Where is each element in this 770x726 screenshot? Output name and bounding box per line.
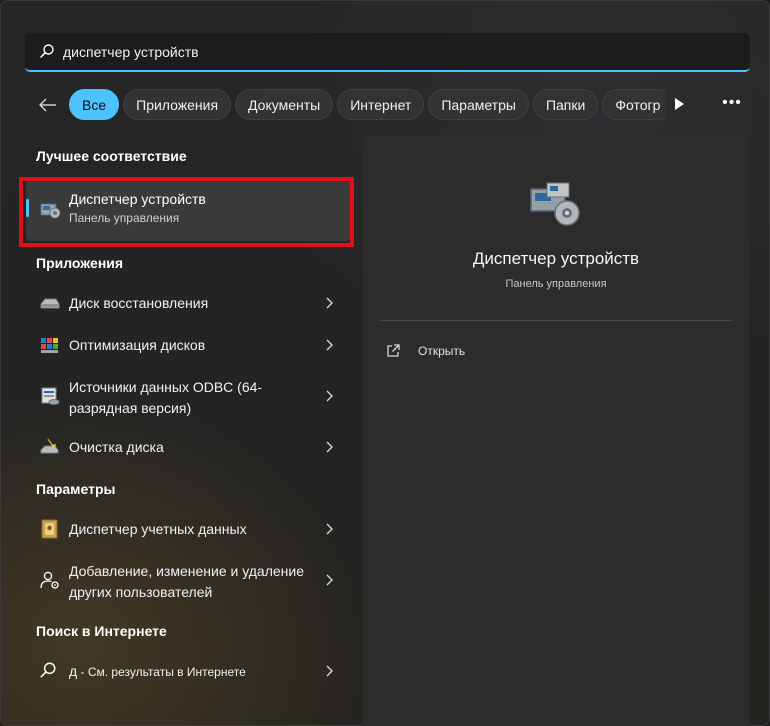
open-external-icon — [387, 344, 400, 357]
credential-manager-icon — [41, 519, 58, 539]
list-item-label: Источники данных ODBC (64-разрядная верс… — [69, 379, 263, 416]
list-item[interactable]: Очистка диска — [26, 427, 346, 467]
list-item[interactable]: Диспетчер учетных данных — [26, 509, 346, 549]
tab-photos[interactable]: Фотогр — [602, 89, 665, 120]
web-search-label: д - См. результаты в Интернете — [69, 661, 314, 683]
list-item[interactable]: Диск восстановления — [26, 283, 346, 323]
user-settings-icon — [40, 571, 59, 589]
open-label: Открыть — [418, 344, 466, 358]
web-search-query: д — [69, 663, 78, 679]
tab-documents[interactable]: Документы — [235, 89, 334, 120]
play-icon[interactable] — [672, 97, 686, 111]
chevron-right-icon — [326, 297, 333, 309]
list-item[interactable]: Источники данных ODBC (64-разрядная верс… — [26, 367, 346, 425]
list-item-label: Добавление, изменение и удаление других … — [69, 563, 304, 600]
web-search-suffix: - См. результаты в Интернете — [80, 665, 246, 679]
more-options-button[interactable]: ••• — [721, 94, 743, 114]
section-best-match: Лучшее соответствие — [36, 148, 187, 164]
list-item-label: Диспетчер учетных данных — [69, 521, 247, 537]
open-button[interactable]: Открыть — [385, 339, 465, 363]
preview-subtitle: Панель управления — [505, 278, 607, 290]
tab-all[interactable]: Все — [69, 89, 120, 120]
chevron-right-icon — [326, 523, 333, 535]
search-icon — [40, 44, 54, 58]
preview-pane: Диспетчер устройств Панель управления От… — [363, 135, 749, 726]
list-item-label: Очистка диска — [69, 439, 164, 455]
preview-title: Диспетчер устройств — [472, 249, 640, 268]
search-panel: ВсеПриложенияДокументыИнтернетПараметрыП… — [0, 0, 770, 726]
section-apps: Приложения — [36, 255, 124, 271]
tab-apps[interactable]: Приложения — [123, 89, 232, 120]
divider — [379, 320, 733, 321]
search-box[interactable] — [25, 33, 750, 72]
disk-cleanup-icon — [40, 438, 59, 454]
device-manager-icon — [40, 203, 61, 219]
filter-tabs: Все Приложения Документы Интернет Параметры П… — [69, 89, 665, 121]
list-item-label: Диск восстановления — [69, 295, 209, 311]
defragment-icon — [41, 338, 58, 353]
recovery-drive-icon — [40, 298, 60, 309]
best-match-item[interactable]: Диспетчер устройств Панель управления — [26, 179, 351, 241]
chevron-right-icon — [326, 339, 333, 351]
search-input[interactable] — [63, 41, 723, 63]
section-settings: Параметры — [36, 481, 116, 497]
selection-indicator — [26, 199, 29, 217]
odbc-icon — [41, 387, 60, 405]
search-icon — [40, 662, 56, 678]
chevron-right-icon — [326, 390, 333, 402]
back-button[interactable] — [35, 93, 61, 117]
tab-folders[interactable]: Папки — [532, 89, 599, 120]
best-match-title: Диспетчер устройств — [69, 191, 206, 207]
chevron-right-icon — [326, 441, 333, 453]
tab-settings[interactable]: Параметры — [428, 89, 529, 120]
tab-web[interactable]: Интернет — [337, 89, 425, 120]
list-item[interactable]: Добавление, изменение и удаление других … — [26, 551, 346, 609]
chevron-right-icon — [326, 574, 333, 586]
chevron-right-icon — [326, 665, 333, 677]
back-arrow-icon — [39, 98, 56, 112]
web-search-item[interactable]: д - См. результаты в Интернете — [26, 651, 346, 691]
device-manager-icon — [530, 182, 580, 226]
section-web: Поиск в Интернете — [36, 623, 167, 639]
best-match-subtitle: Панель управления — [69, 211, 180, 225]
list-item-label: Оптимизация дисков — [69, 337, 206, 353]
list-item[interactable]: Оптимизация дисков — [26, 325, 346, 365]
